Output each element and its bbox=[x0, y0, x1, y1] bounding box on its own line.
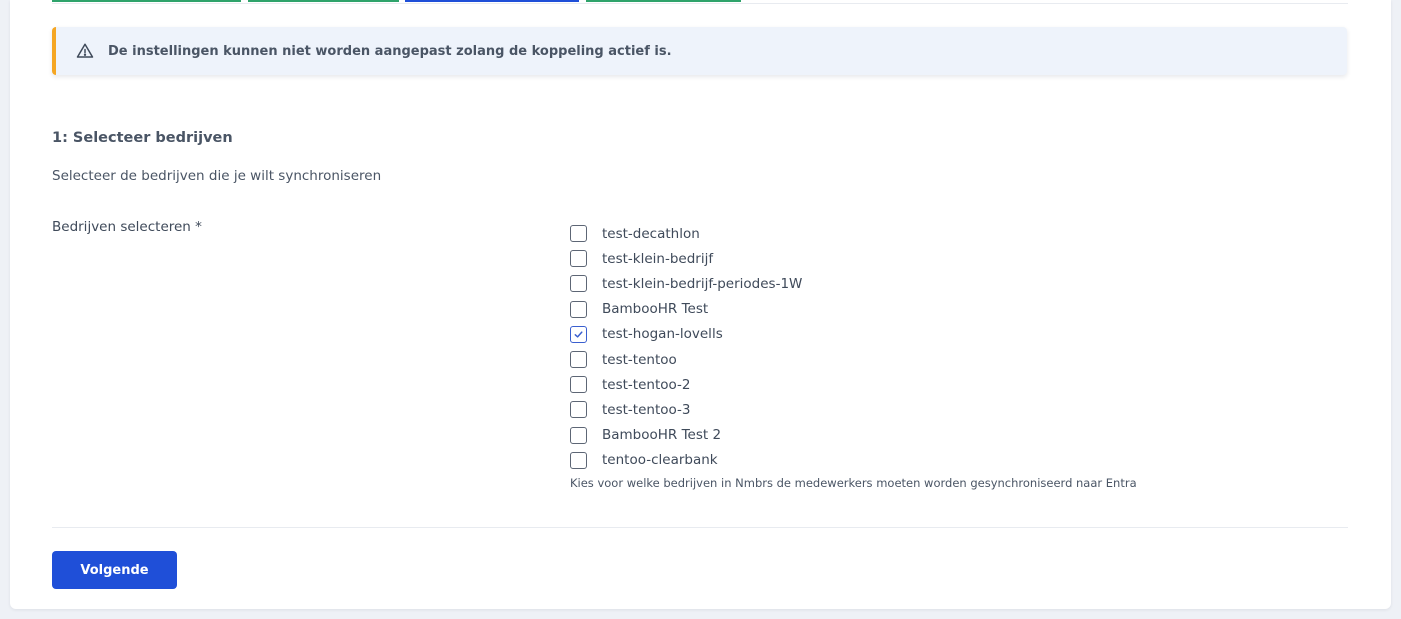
checkbox[interactable] bbox=[570, 351, 587, 369]
checkbox-checked[interactable] bbox=[570, 325, 587, 343]
company-checkbox-list: test-decathlon test-klein-bedrijf test-kle… bbox=[570, 221, 802, 473]
company-option-label: test-hogan-lovells bbox=[602, 326, 723, 343]
company-option[interactable]: test-tentoo-2 bbox=[570, 372, 802, 397]
company-option[interactable]: test-klein-bedrijf-periodes-1W bbox=[570, 271, 802, 296]
company-option[interactable]: BambooHR Test 2 bbox=[570, 423, 802, 448]
company-option-label: test-klein-bedrijf-periodes-1W bbox=[602, 275, 803, 292]
warning-alert: De instellingen kunnen niet worden aange… bbox=[52, 27, 1347, 75]
company-option[interactable]: test-decathlon bbox=[570, 221, 802, 246]
checkmark-icon bbox=[574, 331, 583, 338]
company-option[interactable]: BambooHR Test bbox=[570, 297, 802, 322]
company-option-label: tentoo-clearbank bbox=[602, 452, 718, 469]
step-tab-3[interactable] bbox=[405, 0, 579, 2]
companies-help-text: Kies voor welke bedrijven in Nmbrs de me… bbox=[570, 476, 1137, 490]
alert-text: De instellingen kunnen niet worden aange… bbox=[108, 43, 672, 59]
checkbox[interactable] bbox=[570, 401, 587, 419]
company-option[interactable]: test-klein-bedrijf bbox=[570, 246, 802, 271]
section-description: Selecteer de bedrijven die je wilt synch… bbox=[52, 168, 382, 184]
warning-triangle-icon bbox=[76, 43, 94, 58]
divider bbox=[52, 527, 1348, 528]
step-tab-4[interactable] bbox=[586, 0, 741, 2]
section-title: 1: Selecteer bedrijven bbox=[52, 130, 233, 146]
company-option[interactable]: test-hogan-lovells bbox=[570, 322, 802, 347]
company-option-label: test-decathlon bbox=[602, 225, 700, 242]
checkbox[interactable] bbox=[570, 426, 587, 444]
step-tab-2[interactable] bbox=[248, 0, 399, 2]
company-option[interactable]: test-tentoo-3 bbox=[570, 397, 802, 422]
checkbox[interactable] bbox=[570, 250, 587, 268]
company-option-label: BambooHR Test bbox=[602, 301, 709, 318]
checkbox[interactable] bbox=[570, 300, 587, 318]
companies-field-label: Bedrijven selecteren * bbox=[52, 219, 202, 235]
step-tab-1[interactable] bbox=[52, 0, 241, 2]
company-option-label: BambooHR Test 2 bbox=[602, 427, 722, 444]
checkbox[interactable] bbox=[570, 275, 587, 293]
company-option[interactable]: tentoo-clearbank bbox=[570, 448, 802, 473]
company-option-label: test-klein-bedrijf bbox=[602, 250, 714, 267]
step-tabs bbox=[52, 0, 1348, 4]
next-button[interactable]: Volgende bbox=[52, 551, 177, 589]
checkbox[interactable] bbox=[570, 376, 587, 394]
company-option-label: test-tentoo bbox=[602, 351, 677, 368]
settings-card: De instellingen kunnen niet worden aange… bbox=[10, 0, 1391, 609]
company-option[interactable]: test-tentoo bbox=[570, 347, 802, 372]
checkbox[interactable] bbox=[570, 451, 587, 469]
company-option-label: test-tentoo-3 bbox=[602, 401, 691, 418]
checkbox[interactable] bbox=[570, 225, 587, 243]
company-option-label: test-tentoo-2 bbox=[602, 376, 691, 393]
